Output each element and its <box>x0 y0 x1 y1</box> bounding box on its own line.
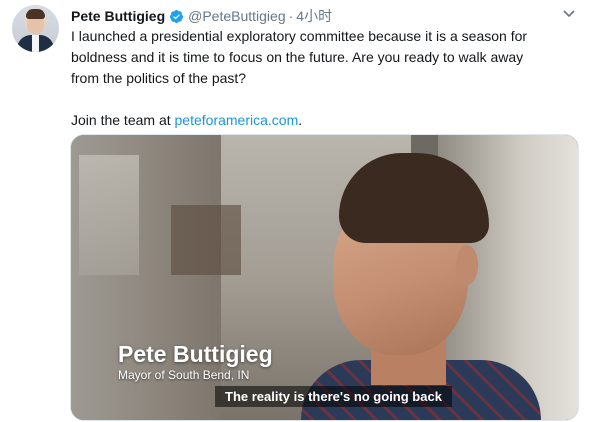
author-handle[interactable]: @PeteButtigieg <box>188 8 286 24</box>
tweet-text: I launched a presidential exploratory co… <box>71 26 541 131</box>
tweet-timestamp[interactable]: 4小时 <box>296 6 332 26</box>
tweet-body: I launched a presidential exploratory co… <box>71 28 528 86</box>
header-separator: · <box>288 8 294 24</box>
verified-badge-icon <box>170 9 184 23</box>
join-prefix-text: Join the team at <box>71 112 175 128</box>
website-link[interactable]: peteforamerica.com <box>175 112 299 128</box>
join-suffix-text: . <box>298 112 303 128</box>
author-name[interactable]: Pete Buttigieg <box>71 8 165 24</box>
tweet-header: Pete Buttigieg @PeteButtigieg · 4小时 <box>71 6 332 26</box>
tweet-join-line: Join the team at peteforamerica.com. <box>71 110 541 131</box>
video-caption-name: Pete Buttigieg <box>118 341 273 367</box>
video-player[interactable]: Pete Buttigieg Mayor of South Bend, IN T… <box>70 134 579 421</box>
tweet-card[interactable]: Pete Buttigieg @PeteButtigieg · 4小时 I la… <box>0 0 590 422</box>
chevron-down-icon[interactable] <box>562 8 576 20</box>
avatar[interactable] <box>12 5 59 52</box>
video-caption-title: Mayor of South Bend, IN <box>118 368 250 382</box>
video-subtitle: The reality is there's no going back <box>215 386 452 407</box>
